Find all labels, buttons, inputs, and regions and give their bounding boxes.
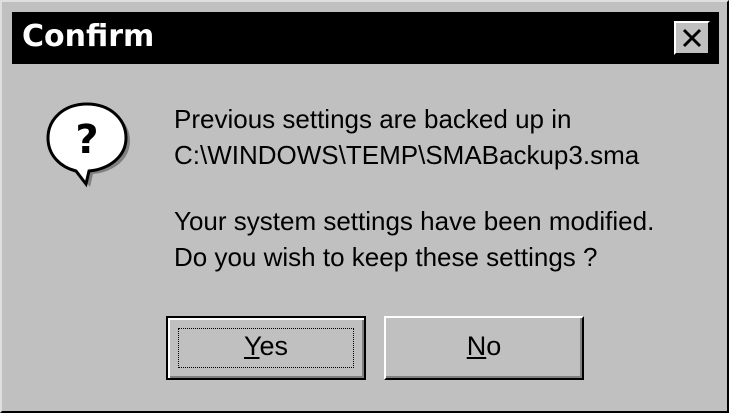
no-button[interactable]: No	[384, 316, 584, 380]
close-icon	[682, 28, 702, 48]
message-line-3: Your system settings have been modified.	[174, 206, 655, 236]
no-label-rest: o	[486, 331, 502, 361]
confirm-dialog: Confirm ? Previous settings are backed u…	[0, 0, 729, 413]
window-title: Confirm	[22, 19, 155, 54]
no-button-label: No	[467, 331, 502, 361]
title-bar[interactable]: Confirm	[12, 12, 719, 64]
message-line-2: C:\WINDOWS\TEMP\SMABackup3.sma	[174, 140, 640, 170]
question-icon: ?	[46, 102, 130, 188]
no-accelerator: N	[466, 331, 487, 361]
close-button[interactable]	[674, 21, 710, 55]
message-line-4: Do you wish to keep these settings ?	[174, 242, 598, 272]
yes-button[interactable]: Yes	[166, 316, 366, 380]
yes-accelerator: Y	[243, 331, 260, 361]
yes-button-label: Yes	[244, 331, 288, 361]
yes-label-rest: es	[259, 331, 289, 361]
message-line-1: Previous settings are backed up in	[174, 104, 572, 134]
question-glyph: ?	[75, 117, 98, 163]
